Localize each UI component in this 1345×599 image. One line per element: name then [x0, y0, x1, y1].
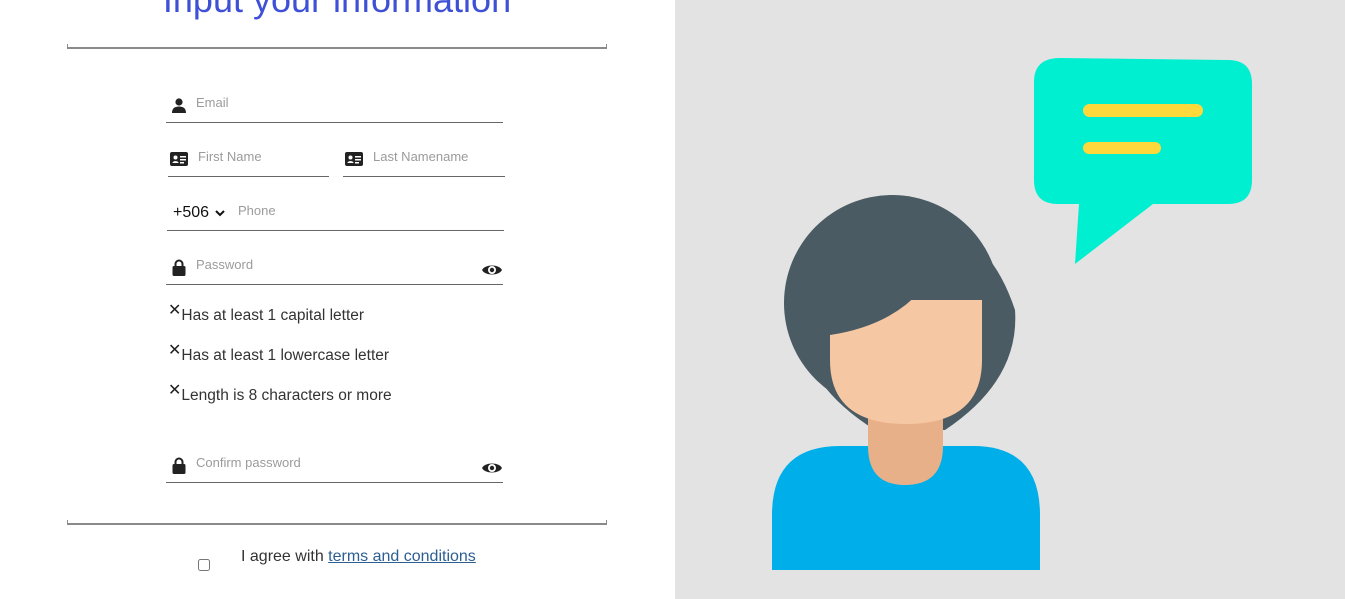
confirm-password-field — [166, 453, 503, 483]
lock-icon — [171, 259, 187, 276]
password-rule-length: ✕ Length is 8 characters or more — [168, 382, 392, 405]
password-rule-capital: ✕ Has at least 1 capital letter — [168, 302, 365, 325]
terms-agreement: I agree with terms and conditions — [198, 548, 498, 572]
password-rule-lowercase: ✕ Has at least 1 lowercase letter — [168, 342, 390, 365]
person-chat-illustration — [772, 58, 1252, 570]
illustration-panel — [675, 0, 1345, 599]
bottom-divider — [67, 520, 607, 525]
person-avatar-icon — [772, 195, 1040, 570]
lock-icon — [171, 457, 187, 474]
email-field — [166, 93, 503, 123]
country-code-select[interactable]: +506 — [173, 204, 225, 222]
close-icon: ✕ — [168, 342, 182, 359]
chevron-down-icon — [215, 204, 225, 222]
terms-label: I agree with terms and conditions — [241, 548, 476, 566]
terms-checkbox[interactable] — [198, 559, 210, 571]
phone-field: +506 — [167, 201, 504, 231]
terms-link[interactable]: terms and conditions — [328, 548, 476, 565]
password-field — [166, 255, 503, 285]
first-name-input[interactable] — [198, 149, 323, 164]
id-card-icon — [345, 151, 363, 167]
first-name-field — [168, 147, 329, 177]
close-icon: ✕ — [168, 382, 182, 399]
page-title: Input your information — [67, 0, 607, 22]
phone-input[interactable] — [238, 203, 488, 218]
rule-text: Has at least 1 capital letter — [181, 307, 365, 324]
rule-text: Has at least 1 lowercase letter — [181, 347, 390, 364]
registration-form-panel: Input your information +506 — [0, 0, 675, 599]
last-name-input[interactable] — [373, 149, 501, 164]
email-input[interactable] — [196, 95, 463, 110]
country-code-value: +506 — [173, 204, 210, 221]
user-icon — [171, 97, 187, 113]
close-icon: ✕ — [168, 302, 182, 319]
id-card-icon — [170, 151, 188, 167]
terms-prefix: I agree with — [241, 548, 324, 565]
eye-icon[interactable] — [481, 262, 503, 278]
rule-text: Length is 8 characters or more — [181, 387, 392, 404]
last-name-field — [343, 147, 505, 177]
password-input[interactable] — [196, 257, 463, 272]
eye-icon[interactable] — [481, 460, 503, 476]
top-divider — [67, 44, 607, 49]
confirm-password-input[interactable] — [196, 455, 463, 470]
speech-bubble-icon — [1034, 58, 1252, 264]
